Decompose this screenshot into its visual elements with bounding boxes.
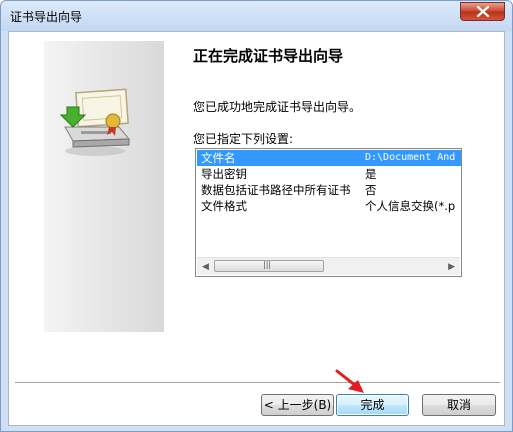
back-button[interactable]: < 上一步(B) — [261, 394, 334, 416]
footer-divider — [15, 382, 500, 384]
page-heading: 正在完成证书导出向导 — [193, 47, 344, 65]
wizard-side-panel — [44, 41, 164, 332]
setting-value: 个人信息交换(*.p — [365, 199, 456, 213]
close-button[interactable] — [460, 2, 505, 21]
title-bar: 证书导出向导 — [1, 1, 512, 31]
settings-list[interactable]: 文件名 D:\Document And 导出密钥 是 数据包括证书路径中所有证书… — [195, 148, 462, 277]
scroll-grip: ||| — [263, 260, 272, 269]
list-item[interactable]: 数据包括证书路径中所有证书 否 — [197, 182, 461, 198]
horizontal-scrollbar[interactable]: ◀ ||| ▶ — [197, 257, 460, 275]
scroll-right-arrow-icon[interactable]: ▶ — [448, 262, 455, 272]
setting-key: 文件名 — [201, 151, 236, 165]
list-item[interactable]: 文件格式 个人信息交换(*.p — [197, 198, 461, 214]
list-item[interactable]: 文件名 D:\Document And — [197, 150, 461, 166]
setting-key: 数据包括证书路径中所有证书 — [201, 183, 351, 197]
list-item[interactable]: 导出密钥 是 — [197, 166, 461, 182]
setting-value: D:\Document And — [365, 152, 456, 163]
certificate-export-icon — [59, 88, 131, 156]
settings-label: 您已指定下列设置: — [193, 132, 294, 146]
window-title: 证书导出向导 — [10, 10, 83, 24]
red-pointer-arrow-icon — [335, 369, 364, 393]
cancel-button[interactable]: 取消 — [422, 394, 496, 416]
scroll-left-arrow-icon[interactable]: ◀ — [202, 262, 209, 272]
scroll-thumb[interactable]: ||| — [214, 260, 324, 272]
setting-value: 否 — [365, 183, 377, 197]
finish-button[interactable]: 完成 — [336, 394, 409, 416]
setting-value: 是 — [365, 167, 377, 181]
close-icon — [476, 6, 490, 17]
completion-description: 您已成功地完成证书导出向导。 — [193, 100, 362, 114]
setting-key: 文件格式 — [201, 199, 247, 213]
wizard-window: 证书导出向导 正在完成证书导出向导 您已成功地完成证书导出向导。 您已指定下列设… — [0, 0, 513, 432]
setting-key: 导出密钥 — [201, 167, 247, 181]
